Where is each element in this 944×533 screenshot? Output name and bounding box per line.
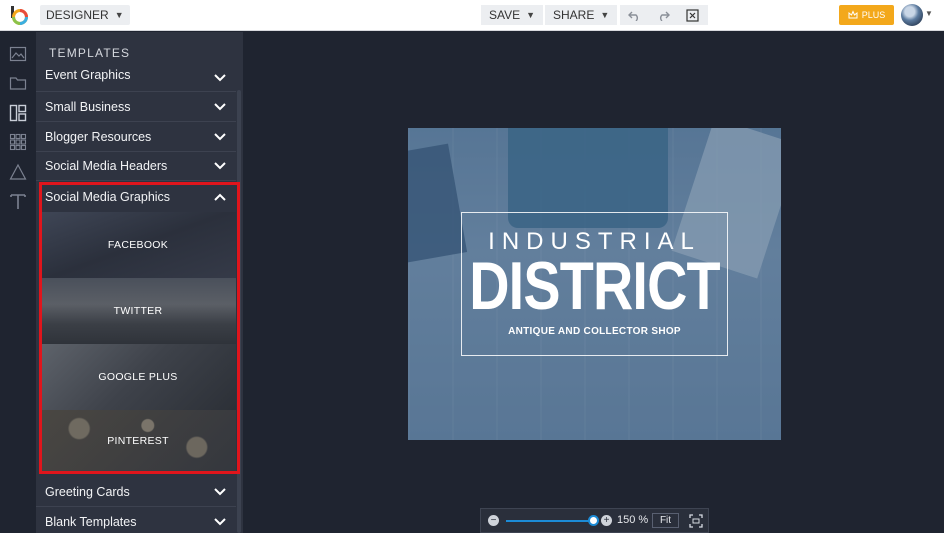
template-twitter[interactable]: TWITTER (40, 278, 236, 344)
folder-icon[interactable] (8, 73, 28, 93)
category-event-graphics[interactable]: Event Graphics (36, 65, 236, 92)
shape-icon[interactable] (8, 162, 28, 182)
chevron-down-icon (214, 162, 226, 170)
template-label: GOOGLE PLUS (98, 371, 178, 383)
zoom-bar: − + 150 % Fit (480, 508, 709, 533)
crown-icon (848, 10, 858, 19)
template-pinterest[interactable]: PINTEREST (40, 410, 236, 472)
chevron-down-icon (214, 133, 226, 141)
undo-icon (628, 11, 638, 21)
zoom-in-button[interactable]: + (601, 515, 612, 526)
category-label: Blank Templates (45, 515, 137, 529)
chevron-down-icon (214, 74, 226, 82)
undo-button[interactable] (620, 5, 649, 25)
fullscreen-icon[interactable] (689, 514, 703, 528)
caret-down-icon: ▼ (114, 10, 124, 20)
template-facebook[interactable]: FACEBOOK (40, 212, 236, 278)
save-button[interactable]: SAVE ▼ (481, 5, 544, 25)
zoom-percent: 150 % (617, 514, 649, 526)
category-label: Social Media Graphics (45, 190, 171, 204)
design-canvas[interactable]: INDUSTRIAL DISTRICT ANTIQUE AND COLLECTO… (408, 128, 781, 440)
category-small-business[interactable]: Small Business (36, 93, 236, 122)
panel-scrollbar[interactable] (237, 90, 241, 533)
caret-down-icon[interactable]: ▼ (925, 9, 933, 18)
category-greeting-cards[interactable]: Greeting Cards (36, 478, 236, 507)
category-blank-templates[interactable]: Blank Templates (36, 508, 236, 533)
zoom-fit-button[interactable]: Fit (652, 513, 679, 528)
redo-button[interactable] (649, 5, 678, 25)
zoom-slider-track[interactable] (506, 520, 594, 522)
panel-title: TEMPLATES (49, 46, 131, 60)
caret-down-icon: ▼ (600, 10, 610, 20)
top-bar: DESIGNER ▼ SAVE ▼ SHARE ▼ PLUS ▼ (0, 0, 944, 31)
plus-label: PLUS (861, 10, 886, 20)
delete-button[interactable] (678, 5, 707, 25)
category-label: Event Graphics (45, 68, 131, 82)
save-label: SAVE (489, 8, 521, 22)
mode-dropdown[interactable]: DESIGNER ▼ (40, 5, 130, 25)
category-social-media-graphics[interactable]: Social Media Graphics (36, 182, 236, 212)
mode-label: DESIGNER (46, 8, 109, 22)
chevron-down-icon (214, 488, 226, 496)
template-label: FACEBOOK (107, 239, 169, 251)
category-social-media-headers[interactable]: Social Media Headers (36, 152, 236, 181)
category-label: Small Business (45, 100, 131, 114)
template-label: TWITTER (113, 305, 163, 317)
category-blogger-resources[interactable]: Blogger Resources (36, 123, 236, 152)
avatar[interactable] (901, 4, 923, 26)
canvas-subheading[interactable]: ANTIQUE AND COLLECTOR SHOP (408, 326, 781, 337)
chevron-down-icon (214, 103, 226, 111)
history-controls (620, 5, 708, 25)
tool-rail (0, 32, 36, 533)
chevron-up-icon (214, 193, 226, 201)
templates-panel: TEMPLATES Event Graphics Small Business … (36, 32, 243, 533)
layout-icon[interactable] (8, 103, 28, 123)
text-icon[interactable] (8, 191, 28, 211)
redo-icon (660, 11, 670, 21)
share-label: SHARE (553, 8, 595, 22)
category-label: Social Media Headers (45, 159, 168, 173)
close-box-icon (686, 8, 699, 22)
zoom-slider-handle[interactable] (588, 515, 599, 526)
canvas-heading-line2[interactable]: DISTRICT (442, 250, 748, 322)
category-label: Blogger Resources (45, 130, 152, 144)
app-logo[interactable] (9, 5, 29, 25)
template-label: PINTEREST (107, 435, 169, 447)
zoom-out-button[interactable]: − (488, 515, 499, 526)
caret-down-icon: ▼ (526, 10, 536, 20)
template-google-plus[interactable]: GOOGLE PLUS (40, 344, 236, 410)
share-button[interactable]: SHARE ▼ (545, 5, 618, 25)
chevron-down-icon (214, 518, 226, 526)
image-icon[interactable] (8, 44, 28, 64)
grid-icon[interactable] (8, 132, 28, 152)
plus-upgrade-button[interactable]: PLUS (839, 5, 894, 25)
category-label: Greeting Cards (45, 485, 130, 499)
